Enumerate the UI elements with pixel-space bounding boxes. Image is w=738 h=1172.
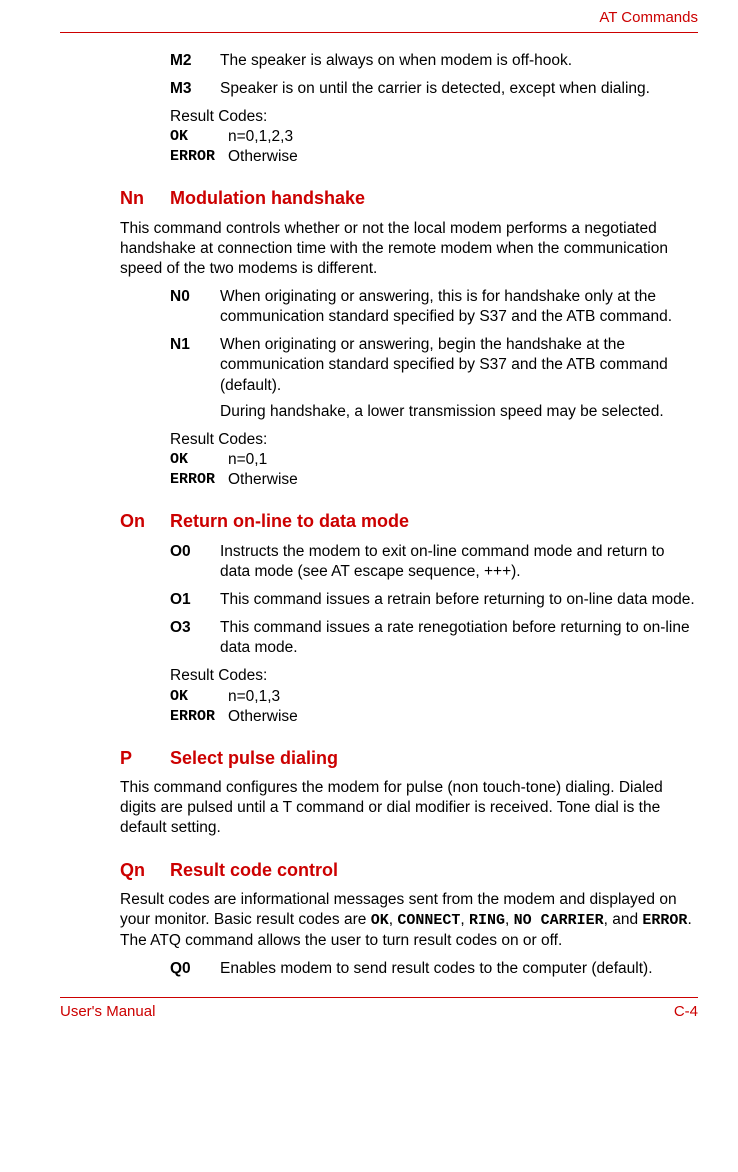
section-intro: This command configures the modem for pu… [120,778,698,838]
section-nn-head: Nn Modulation handshake [120,187,698,210]
param-label: O3 [170,618,220,658]
param-desc: Speaker is on until the carrier is detec… [220,79,698,99]
header-right: AT Commands [60,8,698,32]
section-key: On [120,510,170,533]
param-desc: Enables modem to send result codes to th… [220,959,698,979]
result-ok: OK [170,127,228,147]
result-error: ERROR [170,707,228,727]
param-label: O0 [170,542,220,582]
section-key: Nn [120,187,170,210]
result-error-desc: Otherwise [228,147,298,167]
param-label: Q0 [170,959,220,979]
section-title: Modulation handshake [170,187,698,210]
section-title: Result code control [170,859,698,882]
param-desc: This command issues a retrain before ret… [220,590,698,610]
section-title: Return on-line to data mode [170,510,698,533]
result-title: Result Codes: [170,666,698,686]
section-qn-head: Qn Result code control [120,859,698,882]
param-o3: O3 This command issues a rate renegotiat… [170,618,698,658]
param-desc: This command issues a rate renegotiation… [220,618,698,658]
section-p-head: P Select pulse dialing [120,747,698,770]
param-m3: M3 Speaker is on until the carrier is de… [170,79,698,99]
header-rule [60,32,698,33]
param-desc: Instructs the modem to exit on-line comm… [220,542,698,582]
result-error-desc: Otherwise [228,470,298,490]
param-label: N1 [170,335,220,422]
result-ok-desc: n=0,1,3 [228,687,280,707]
result-ok-desc: n=0,1 [228,450,267,470]
footer-left: User's Manual [60,1002,155,1022]
param-label: M3 [170,79,220,99]
result-title: Result Codes: [170,430,698,450]
param-desc: When originating or answering, this is f… [220,287,698,327]
param-desc: The speaker is always on when modem is o… [220,51,698,71]
section-key: P [120,747,170,770]
result-codes-on: Result Codes: OK n=0,1,3 ERROR Otherwise [170,666,698,726]
section-intro: Result codes are informational messages … [120,890,698,951]
section-key: Qn [120,859,170,882]
param-o0: O0 Instructs the modem to exit on-line c… [170,542,698,582]
result-ok: OK [170,450,228,470]
param-n1: N1 When originating or answering, begin … [170,335,698,422]
section-intro: This command controls whether or not the… [120,219,698,279]
result-title: Result Codes: [170,107,698,127]
footer-right: C-4 [674,1002,698,1022]
param-q0: Q0 Enables modem to send result codes to… [170,959,698,979]
param-n0: N0 When originating or answering, this i… [170,287,698,327]
result-error-desc: Otherwise [228,707,298,727]
param-label: M2 [170,51,220,71]
param-label: O1 [170,590,220,610]
result-codes-m: Result Codes: OK n=0,1,2,3 ERROR Otherwi… [170,107,698,167]
footer-rule [60,997,698,998]
param-desc-2: During handshake, a lower transmission s… [220,402,698,422]
result-ok-desc: n=0,1,2,3 [228,127,293,147]
section-on-head: On Return on-line to data mode [120,510,698,533]
section-title: Select pulse dialing [170,747,698,770]
result-codes-nn: Result Codes: OK n=0,1 ERROR Otherwise [170,430,698,490]
param-o1: O1 This command issues a retrain before … [170,590,698,610]
param-label: N0 [170,287,220,327]
result-error: ERROR [170,470,228,490]
result-error: ERROR [170,147,228,167]
param-m2: M2 The speaker is always on when modem i… [170,51,698,71]
result-ok: OK [170,687,228,707]
param-desc: When originating or answering, begin the… [220,335,698,395]
